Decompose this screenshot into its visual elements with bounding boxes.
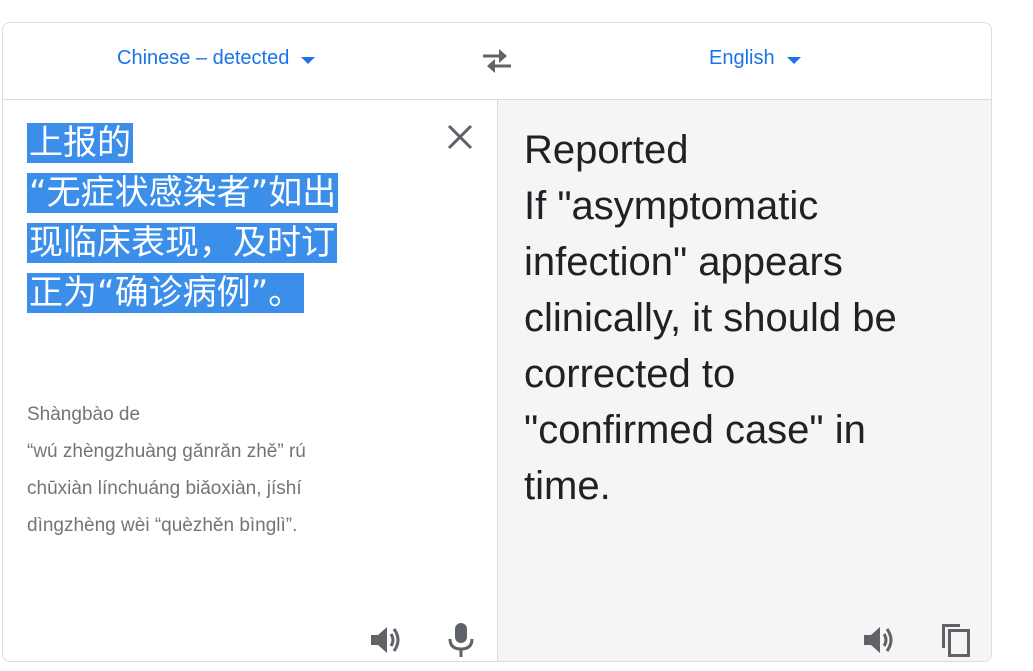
translation-line: If "asymptomatic <box>524 184 819 228</box>
source-line-text: 现临床表现，及时订 <box>27 223 337 263</box>
source-line-text: 正为“确诊病例”。 <box>27 273 305 313</box>
translate-card: Chinese – detected English 上报的 “无症状感染者”如… <box>2 22 992 662</box>
source-line-text: “无症状感染者”如出 <box>27 173 339 213</box>
listen-translation-button[interactable] <box>860 620 900 660</box>
translation-line: corrected to <box>524 352 736 396</box>
translation-line: infection" appears <box>524 240 843 284</box>
clear-source-button[interactable] <box>445 122 475 152</box>
source-line: 正为“确诊病例”。 <box>27 270 407 316</box>
source-text-input[interactable]: 上报的 “无症状感染者”如出 现临床表现，及时订 正为“确诊病例”。 <box>27 120 407 320</box>
speaker-icon <box>864 627 893 653</box>
romanization-line: chūxiàn línchuáng biǎoxiàn, jíshí <box>27 478 302 499</box>
source-line: 上报的 <box>27 120 407 166</box>
voice-input-button[interactable] <box>441 620 481 660</box>
swap-arrows-icon <box>483 49 511 73</box>
romanization-line: dìngzhèng wèi “quèzhěn bìnglì”. <box>27 515 298 536</box>
microphone-icon <box>448 623 474 657</box>
source-language-selector[interactable]: Chinese – detected <box>117 47 316 70</box>
translation-pane: Reported If "asymptomatic infection" app… <box>497 100 991 661</box>
target-language-label: English <box>709 47 775 69</box>
target-language-selector[interactable]: English <box>709 47 801 70</box>
source-line: “无症状感染者”如出 <box>27 170 407 216</box>
close-icon <box>447 124 473 150</box>
source-romanization: Shàngbào de “wú zhèngzhuàng gǎnrǎn zhě” … <box>27 396 427 544</box>
copy-translation-button[interactable] <box>936 620 976 660</box>
translation-line: time. <box>524 464 611 508</box>
romanization-line: “wú zhèngzhuàng gǎnrǎn zhě” rú <box>27 441 306 462</box>
speaker-icon <box>371 627 400 653</box>
source-line: 现临床表现，及时订 <box>27 220 407 266</box>
translation-line: Reported <box>524 128 689 172</box>
source-line-text: 上报的 <box>27 123 133 163</box>
translation-output: Reported If "asymptomatic infection" app… <box>524 122 974 514</box>
swap-languages-button[interactable] <box>479 45 515 77</box>
language-bar: Chinese – detected English <box>3 23 991 100</box>
listen-source-button[interactable] <box>367 620 407 660</box>
translation-line: clinically, it should be <box>524 296 897 340</box>
source-pane: 上报的 “无症状感染者”如出 现临床表现，及时订 正为“确诊病例”。 Shàng… <box>3 100 497 661</box>
chevron-down-icon <box>301 57 316 64</box>
copy-icon <box>942 624 970 657</box>
source-language-label: Chinese – detected <box>117 47 290 69</box>
romanization-line: Shàngbào de <box>27 404 141 425</box>
chevron-down-icon <box>786 57 801 64</box>
translation-line: "confirmed case" in <box>524 408 866 452</box>
